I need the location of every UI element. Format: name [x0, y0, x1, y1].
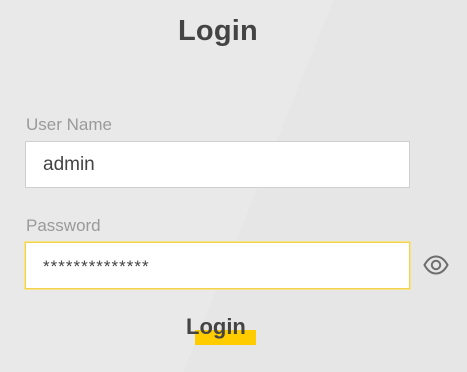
password-label: Password: [26, 216, 101, 235]
page-title: Login: [178, 15, 258, 47]
username-label: User Name: [26, 115, 112, 134]
eye-icon: [423, 255, 449, 275]
show-password-toggle[interactable]: [423, 255, 449, 275]
password-field[interactable]: [25, 242, 410, 289]
login-button-label: Login: [186, 314, 246, 339]
username-field[interactable]: [25, 141, 410, 188]
username-input[interactable]: [26, 142, 409, 187]
login-button[interactable]: Login: [184, 314, 256, 348]
password-input[interactable]: [26, 243, 409, 288]
